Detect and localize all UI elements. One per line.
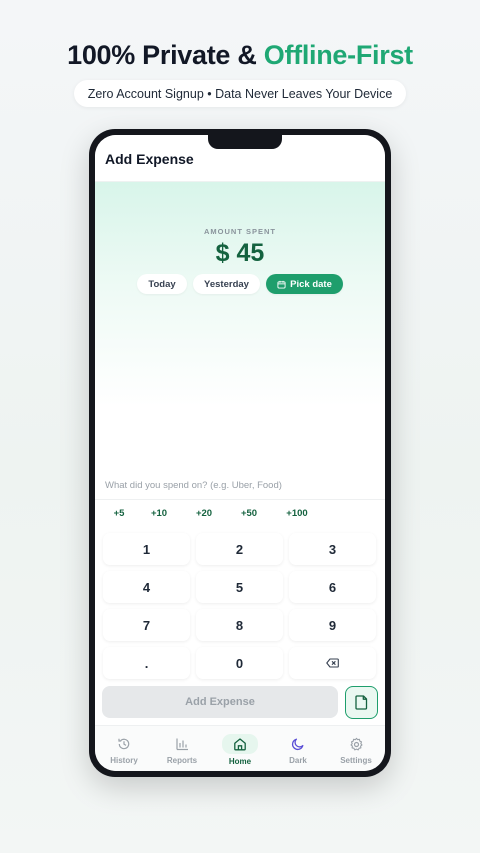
- key-7[interactable]: 7: [103, 609, 190, 641]
- bottom-nav: History Reports Home Dark Settings: [95, 725, 385, 771]
- date-chip-row: Today Yesterday Pick date: [95, 274, 385, 294]
- gear-icon: [349, 737, 363, 750]
- key-6[interactable]: 6: [289, 571, 376, 603]
- phone-screen: Add Expense AMOUNT SPENT $ 45 Today Yest…: [95, 135, 385, 771]
- quick-amount-row: +5 +10 +20 +50 +100: [95, 501, 385, 525]
- home-icon: [234, 738, 246, 751]
- nav-settings-label: Settings: [340, 756, 372, 765]
- nav-history[interactable]: History: [95, 726, 153, 771]
- nav-settings[interactable]: Settings: [327, 726, 385, 771]
- document-icon: [355, 695, 368, 710]
- quick-amount-20[interactable]: +20: [186, 503, 222, 523]
- key-5[interactable]: 5: [196, 571, 283, 603]
- key-backspace[interactable]: [289, 647, 376, 679]
- nav-dark-label: Dark: [289, 756, 307, 765]
- chip-today-label: Today: [148, 278, 176, 290]
- numeric-keypad: 1 2 3 4 5 6 7 8 9 . 0: [95, 533, 385, 685]
- chip-today[interactable]: Today: [137, 274, 187, 294]
- calendar-icon: [277, 280, 286, 289]
- add-expense-button[interactable]: Add Expense: [102, 686, 338, 718]
- phone-frame: Add Expense AMOUNT SPENT $ 45 Today Yest…: [89, 129, 391, 777]
- phone-notch: [208, 135, 282, 149]
- nav-history-label: History: [110, 756, 138, 765]
- nav-reports[interactable]: Reports: [153, 726, 211, 771]
- chip-yesterday-label: Yesterday: [204, 278, 249, 290]
- chip-yesterday[interactable]: Yesterday: [193, 274, 260, 294]
- description-input[interactable]: What did you spend on? (e.g. Uber, Food): [95, 473, 385, 500]
- key-1[interactable]: 1: [103, 533, 190, 565]
- chip-pick-date-label: Pick date: [290, 278, 332, 290]
- key-3[interactable]: 3: [289, 533, 376, 565]
- key-8[interactable]: 8: [196, 609, 283, 641]
- headline: 100% Private & Offline-First: [0, 40, 480, 71]
- headline-prefix: 100% Private &: [67, 40, 264, 70]
- key-4[interactable]: 4: [103, 571, 190, 603]
- headline-accent: Offline-First: [263, 40, 413, 70]
- quick-amount-5[interactable]: +5: [101, 503, 137, 523]
- amount-label: AMOUNT SPENT: [204, 227, 276, 236]
- quick-amount-10[interactable]: +10: [141, 503, 177, 523]
- quick-amount-100[interactable]: +100: [279, 503, 315, 523]
- backspace-icon: [326, 658, 339, 668]
- nav-home-label: Home: [228, 757, 252, 766]
- key-2[interactable]: 2: [196, 533, 283, 565]
- key-decimal[interactable]: .: [103, 647, 190, 679]
- nav-dark[interactable]: Dark: [269, 726, 327, 771]
- chip-pick-date[interactable]: Pick date: [266, 274, 343, 294]
- quick-amount-50[interactable]: +50: [231, 503, 267, 523]
- nav-reports-label: Reports: [166, 756, 198, 765]
- nav-home[interactable]: Home: [211, 726, 269, 771]
- key-0[interactable]: 0: [196, 647, 283, 679]
- page-title: Add Expense: [105, 151, 194, 167]
- attach-document-button[interactable]: [345, 686, 378, 719]
- key-9[interactable]: 9: [289, 609, 376, 641]
- description-placeholder: What did you spend on? (e.g. Uber, Food): [105, 480, 282, 491]
- subtitle-pill: Zero Account Signup • Data Never Leaves …: [74, 80, 406, 107]
- moon-icon: [291, 738, 304, 751]
- amount-display[interactable]: $ 45: [95, 239, 385, 268]
- bar-chart-icon: [176, 738, 188, 751]
- history-icon: [118, 738, 130, 750]
